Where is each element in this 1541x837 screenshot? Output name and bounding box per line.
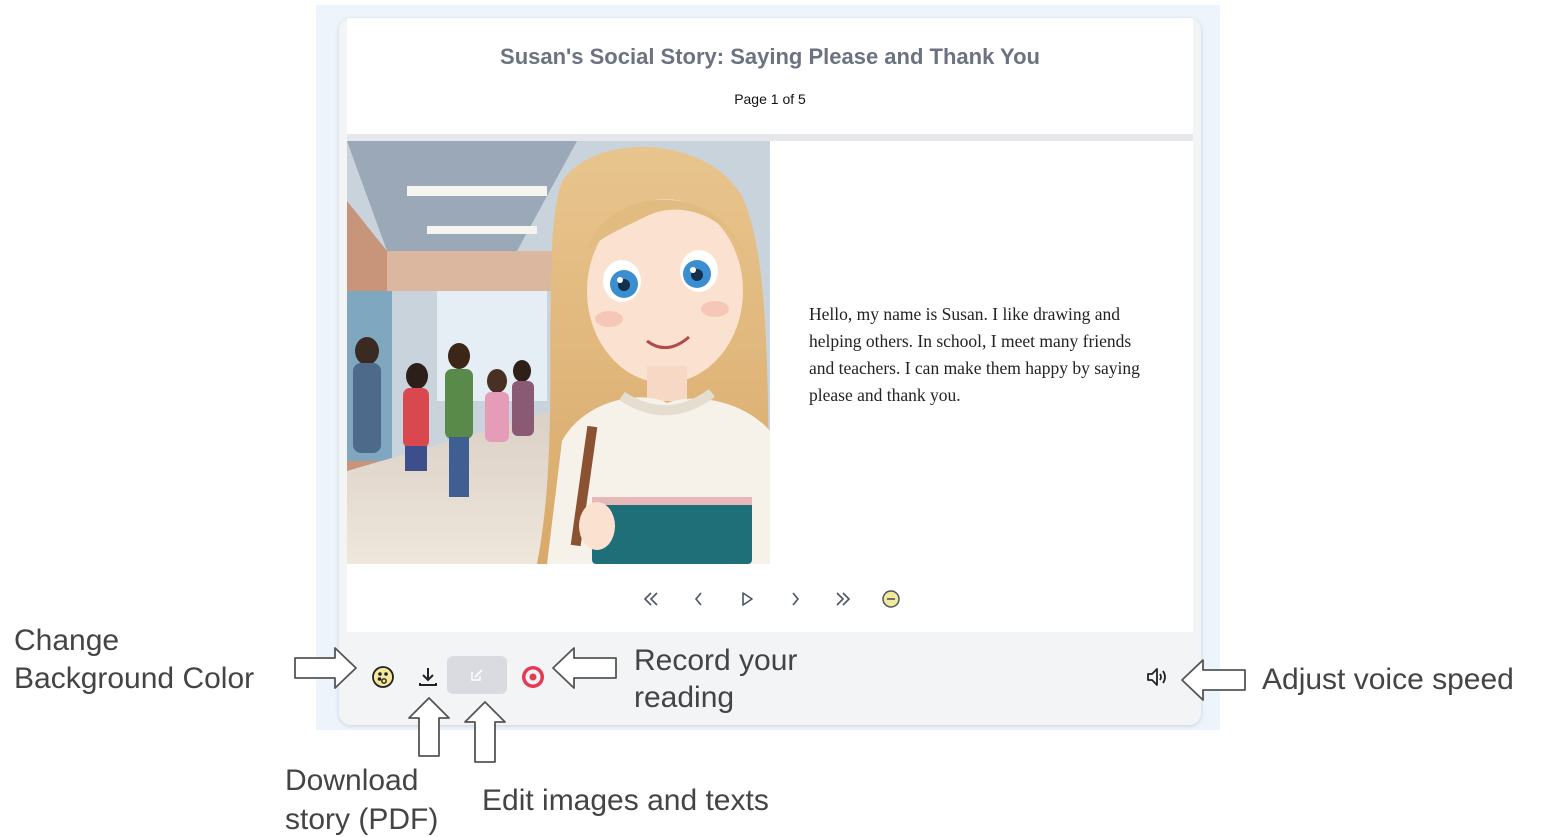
page-indicator: Page 1 of 5 [734,91,806,107]
story-viewer-card: Susan's Social Story: Saying Please and … [339,18,1201,725]
play-icon [742,592,753,606]
header-divider [347,134,1193,141]
annotation-change-background-line2: Background Color [14,662,255,695]
annotation-record-line1: Record your [634,644,798,677]
arrow-right-icon [294,647,357,689]
arrow-up-icon [408,697,450,757]
chevrons-double-left-icon [643,592,658,606]
chevrons-double-right-icon [836,592,851,606]
change-background-color-button[interactable] [369,663,397,691]
annotation-download-line2: story (PDF) [285,803,439,836]
story-text: Hello, my name is Susan. I like drawing … [809,304,1140,405]
record-icon [522,666,544,688]
story-page: Hello, my name is Susan. I like drawing … [347,141,1193,632]
chevron-left-icon [694,592,702,606]
minus-circle-icon [882,590,900,608]
last-page-button[interactable] [819,584,867,614]
speaker-icon [1147,668,1166,686]
collapse-button[interactable] [867,584,915,614]
arrow-up-icon [464,701,506,763]
arrow-left-icon [1181,659,1246,701]
previous-page-button[interactable] [675,584,723,614]
download-pdf-button[interactable] [415,663,441,691]
annotation-download-line1: Download [285,764,419,797]
adjust-voice-speed-button[interactable] [1143,663,1171,691]
edit-icon [471,669,483,681]
story-illustration [347,141,770,564]
page-player-controls [627,584,915,614]
arrow-left-icon [552,647,617,689]
next-page-button[interactable] [771,584,819,614]
download-icon [419,668,437,686]
play-button[interactable] [723,584,771,614]
palette-icon [372,666,394,688]
story-header: Susan's Social Story: Saying Please and … [347,18,1193,134]
record-reading-button[interactable] [520,664,546,690]
annotation-change-background-line1: Change [14,624,120,657]
annotation-record-line2: reading [634,681,735,714]
annotation-voice-speed: Adjust voice speed [1262,663,1514,696]
story-title: Susan's Social Story: Saying Please and … [500,44,1040,69]
edit-images-and-texts-button[interactable] [447,656,507,694]
annotation-edit: Edit images and texts [482,784,769,817]
first-page-button[interactable] [627,584,675,614]
chevron-right-icon [792,592,800,606]
